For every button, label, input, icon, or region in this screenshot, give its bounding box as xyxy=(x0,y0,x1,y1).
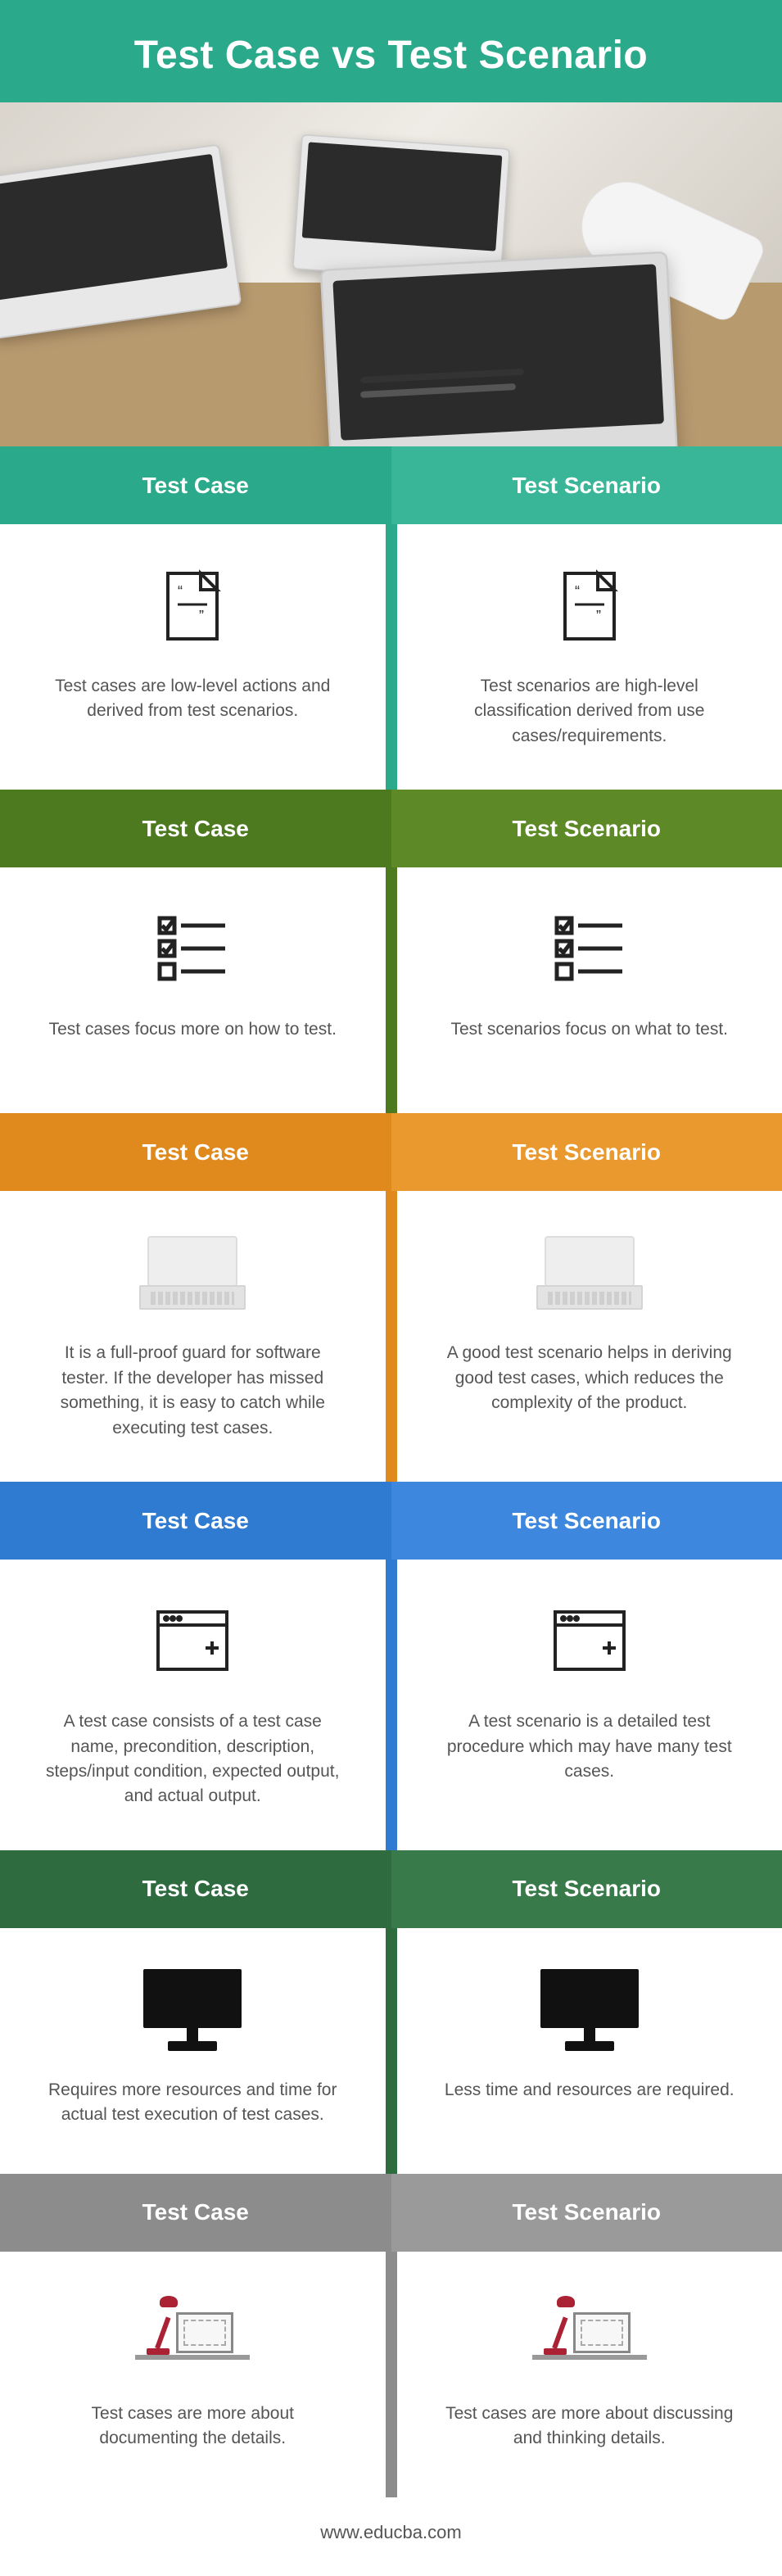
left-text: Requires more resources and time for act… xyxy=(45,2078,340,2128)
svg-text:“: “ xyxy=(178,583,183,600)
left-label: Test Case xyxy=(0,446,391,524)
desk-lamp-icon xyxy=(532,2289,647,2379)
right-label: Test Scenario xyxy=(391,790,782,867)
checklist-icon xyxy=(549,904,631,994)
left-cell: Test cases are more about documenting th… xyxy=(0,2252,386,2497)
section-header-2: Test Case Test Scenario xyxy=(0,790,782,867)
comparison-row-5: Requires more resources and time for act… xyxy=(0,1928,782,2174)
right-text: Less time and resources are required. xyxy=(445,2078,735,2103)
left-label: Test Case xyxy=(0,2174,391,2252)
svg-text:“: “ xyxy=(575,583,580,600)
monitor-icon xyxy=(143,1965,242,2055)
hero-image xyxy=(0,102,782,446)
left-text: It is a full-proof guard for software te… xyxy=(45,1341,340,1441)
divider xyxy=(386,1928,397,2174)
divider xyxy=(386,1560,397,1850)
left-cell: “” Test cases are low-level actions and … xyxy=(0,524,386,790)
left-cell: Requires more resources and time for act… xyxy=(0,1928,386,2174)
section-header-6: Test Case Test Scenario xyxy=(0,2174,782,2252)
right-text: A good test scenario helps in deriving g… xyxy=(442,1341,737,1415)
left-cell: It is a full-proof guard for software te… xyxy=(0,1191,386,1482)
right-label: Test Scenario xyxy=(391,1482,782,1560)
right-text: Test cases are more about discussing and… xyxy=(442,2402,737,2452)
left-label: Test Case xyxy=(0,790,391,867)
left-cell: A test case consists of a test case name… xyxy=(0,1560,386,1850)
desk-lamp-icon xyxy=(135,2289,250,2379)
left-label: Test Case xyxy=(0,1850,391,1928)
right-cell: Test cases are more about discussing and… xyxy=(397,2252,782,2497)
right-label: Test Scenario xyxy=(391,1113,782,1191)
svg-text:”: ” xyxy=(199,608,204,624)
right-text: Test scenarios are high-level classifica… xyxy=(442,674,737,749)
page-title: Test Case vs Test Scenario xyxy=(16,33,766,78)
comparison-row-2: Test cases focus more on how to test. Te… xyxy=(0,867,782,1113)
monitor-icon xyxy=(540,1965,639,2055)
right-cell: Less time and resources are required. xyxy=(397,1928,782,2174)
right-label: Test Scenario xyxy=(391,2174,782,2252)
section-header-3: Test Case Test Scenario xyxy=(0,1113,782,1191)
window-plus-icon xyxy=(549,1596,631,1686)
right-cell: A test scenario is a detailed test proce… xyxy=(397,1560,782,1850)
left-text: Test cases focus more on how to test. xyxy=(49,1017,337,1042)
divider xyxy=(386,1191,397,1482)
left-text: Test cases are low-level actions and der… xyxy=(45,674,340,724)
footer-credit: www.educba.com xyxy=(0,2497,782,2576)
comparison-row-3: It is a full-proof guard for software te… xyxy=(0,1191,782,1482)
comparison-row-6: Test cases are more about documenting th… xyxy=(0,2252,782,2497)
section-header-4: Test Case Test Scenario xyxy=(0,1482,782,1560)
right-label: Test Scenario xyxy=(391,446,782,524)
left-label: Test Case xyxy=(0,1482,391,1560)
section-header-5: Test Case Test Scenario xyxy=(0,1850,782,1928)
document-icon: “” xyxy=(151,561,233,651)
right-label: Test Scenario xyxy=(391,1850,782,1928)
left-label: Test Case xyxy=(0,1113,391,1191)
comparison-row-4: A test case consists of a test case name… xyxy=(0,1560,782,1850)
right-cell: Test scenarios focus on what to test. xyxy=(397,867,782,1113)
divider xyxy=(386,867,397,1113)
right-cell: “” Test scenarios are high-level classif… xyxy=(397,524,782,790)
divider xyxy=(386,2252,397,2497)
right-cell: A good test scenario helps in deriving g… xyxy=(397,1191,782,1482)
comparison-row-1: “” Test cases are low-level actions and … xyxy=(0,524,782,790)
right-text: A test scenario is a detailed test proce… xyxy=(442,1709,737,1784)
checklist-icon xyxy=(151,904,233,994)
window-plus-icon xyxy=(151,1596,233,1686)
laptop-icon xyxy=(536,1228,643,1318)
left-text: A test case consists of a test case name… xyxy=(45,1709,340,1809)
laptop-icon xyxy=(139,1228,246,1318)
svg-text:”: ” xyxy=(596,608,601,624)
left-text: Test cases are more about documenting th… xyxy=(45,2402,340,2452)
section-header-1: Test Case Test Scenario xyxy=(0,446,782,524)
left-cell: Test cases focus more on how to test. xyxy=(0,867,386,1113)
right-text: Test scenarios focus on what to test. xyxy=(450,1017,728,1042)
infographic-wrapper: Test Case vs Test Scenario Test Case Tes… xyxy=(0,0,782,2576)
divider xyxy=(386,524,397,790)
document-icon: “” xyxy=(549,561,631,651)
title-block: Test Case vs Test Scenario xyxy=(0,0,782,102)
